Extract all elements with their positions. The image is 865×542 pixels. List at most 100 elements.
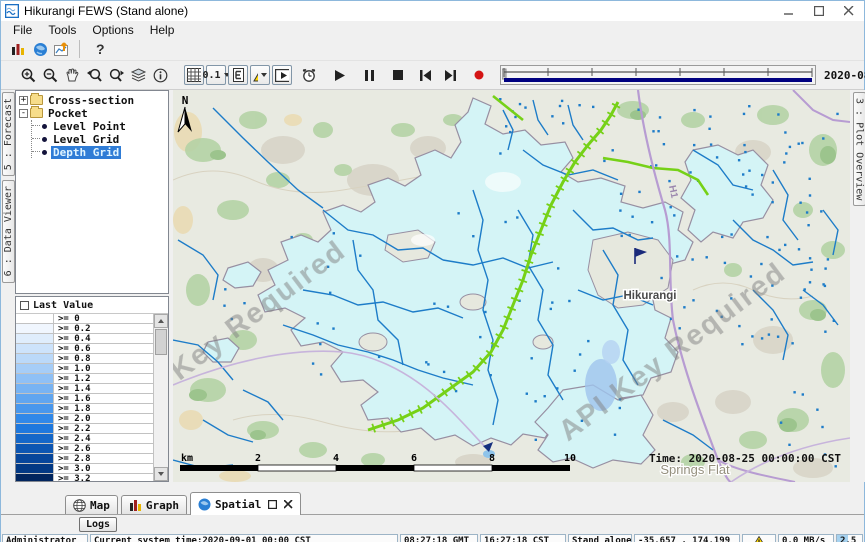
tree-node-level-grid[interactable]: Level Grid: [32, 133, 168, 145]
menu-file[interactable]: File: [5, 23, 40, 37]
logs-row: Logs: [1, 515, 864, 534]
folder-icon: [30, 95, 43, 105]
explorer-bars-icon[interactable]: [8, 38, 28, 60]
tab-map[interactable]: Map: [65, 495, 118, 514]
legend-table: >= 0 >= 0.2 >= 0.4 >= 0.6 >= 0.8 >= 1.0 …: [16, 314, 153, 481]
tree-node-label[interactable]: Pocket: [46, 107, 90, 120]
zoom-in-button[interactable]: [18, 64, 38, 86]
maximize-button[interactable]: [804, 2, 834, 20]
tree-node-label-selected[interactable]: Depth Grid: [51, 146, 121, 159]
globe-icon[interactable]: [30, 38, 50, 60]
restore-panel-icon[interactable]: [268, 500, 277, 509]
zoom-out-button[interactable]: [40, 64, 60, 86]
timer-button[interactable]: [299, 64, 319, 86]
legend-label: >= 1.6: [54, 394, 153, 403]
data-viewer-panel: + Cross-section - Pocket Level Point: [15, 90, 171, 482]
legend-swatch: [16, 464, 54, 473]
blue-globe-icon: [198, 498, 211, 511]
tree-node-label[interactable]: Cross-section: [46, 94, 136, 107]
pan-hand-button[interactable]: [62, 64, 82, 86]
legend-label: >= 1.4: [54, 384, 153, 393]
skip-start-button[interactable]: [415, 64, 435, 86]
scroll-up-icon[interactable]: [154, 314, 168, 328]
tree-node-label[interactable]: Level Point: [51, 120, 128, 133]
map-view[interactable]: N km 2 4 6 8 10: [173, 90, 850, 482]
layers-button[interactable]: [128, 64, 148, 86]
tab-forecast[interactable]: 5 : Forecast: [2, 92, 15, 176]
tab-data-viewer[interactable]: 6 : Data Viewer: [2, 180, 15, 282]
animation-player-button[interactable]: [272, 65, 292, 85]
legend-swatch: [16, 404, 54, 413]
chevron-down-icon: [261, 73, 267, 77]
folder-icon: [30, 108, 43, 118]
zoom-next-button[interactable]: [106, 64, 126, 86]
tree-node-label[interactable]: Level Grid: [51, 133, 121, 146]
grid-display-button[interactable]: [184, 65, 204, 85]
label-button[interactable]: [228, 65, 248, 85]
record-button[interactable]: [469, 64, 489, 86]
legend-label: >= 1.0: [54, 364, 153, 373]
status-warning-cell[interactable]: [742, 534, 776, 542]
legend-row: >= 1.6: [16, 394, 153, 404]
map-toolbar: 0.1: [1, 61, 864, 90]
legend-title: Last Value: [33, 300, 93, 311]
bullet-icon: [42, 137, 47, 142]
legend-label: >= 0: [54, 314, 153, 323]
legend-row: >= 1.2: [16, 374, 153, 384]
close-button[interactable]: [834, 2, 864, 20]
tab-spatial[interactable]: Spatial: [190, 492, 301, 515]
legend-panel: Last Value >= 0 >= 0.2 >= 0.4 >= 0.6 >= …: [15, 296, 169, 482]
map-time-label: Time: 2020-08-25 00:00:00 CST: [649, 452, 841, 465]
status-mode: Stand alone: [568, 534, 632, 542]
tree-node-cross-section[interactable]: + Cross-section: [19, 94, 168, 106]
tree-node-pocket[interactable]: - Pocket: [19, 107, 168, 119]
play-button[interactable]: [330, 64, 350, 86]
legend-row: >= 1.8: [16, 404, 153, 414]
legend-label: >= 2.0: [54, 414, 153, 423]
timeline-slider[interactable]: [500, 65, 816, 85]
logs-button[interactable]: Logs: [79, 517, 117, 532]
help-button[interactable]: ?: [96, 41, 105, 57]
status-user: Administrator: [2, 534, 88, 542]
tab-graph[interactable]: Graph: [121, 495, 187, 514]
tree-node-depth-grid[interactable]: Depth Grid: [32, 146, 168, 158]
legend-header: Last Value: [16, 297, 168, 314]
legend-row: >= 0.8: [16, 354, 153, 364]
legend-label: >= 0.2: [54, 324, 153, 333]
close-panel-icon[interactable]: [284, 500, 293, 509]
minimize-button[interactable]: [774, 2, 804, 20]
legend-swatch: [16, 314, 54, 323]
stop-button[interactable]: [388, 64, 408, 86]
tab-plot-overview[interactable]: 3 : Plot Overview: [853, 92, 865, 206]
scroll-thumb[interactable]: [155, 329, 167, 355]
legend-scrollbar[interactable]: [153, 314, 168, 481]
scroll-down-icon[interactable]: [154, 467, 168, 481]
last-value-checkbox[interactable]: [20, 301, 29, 310]
warning-threshold-dropdown[interactable]: [250, 65, 270, 85]
legend-label: >= 2.4: [54, 434, 153, 443]
interval-dropdown[interactable]: 0.1: [206, 65, 226, 85]
status-gmt-time: 08:27:18 GMT: [400, 534, 478, 542]
map-canvas[interactable]: N km 2 4 6 8 10: [173, 90, 850, 482]
legend-row: >= 2.8: [16, 454, 153, 464]
legend-swatch: [16, 334, 54, 343]
spatial-display-icon[interactable]: [52, 38, 72, 60]
menu-options[interactable]: Options: [84, 23, 141, 37]
globe-wireframe-icon: [73, 499, 86, 512]
menu-tools[interactable]: Tools: [40, 23, 84, 37]
legend-row: >= 3.2: [16, 474, 153, 481]
svg-text:6: 6: [411, 453, 417, 464]
skip-end-button[interactable]: [440, 64, 460, 86]
legend-row: >= 2.6: [16, 444, 153, 454]
tree-node-level-point[interactable]: Level Point: [32, 120, 168, 132]
app-window: Hikurangi FEWS (Stand alone) File Tools …: [0, 0, 865, 542]
legend-row: >= 2.0: [16, 414, 153, 424]
expander-icon[interactable]: +: [19, 96, 28, 105]
zoom-previous-button[interactable]: [84, 64, 104, 86]
expander-icon[interactable]: -: [19, 109, 28, 118]
pause-button[interactable]: [359, 64, 379, 86]
legend-label: >= 2.8: [54, 454, 153, 463]
legend-swatch: [16, 434, 54, 443]
info-button[interactable]: [150, 64, 170, 86]
menu-help[interactable]: Help: [142, 23, 183, 37]
